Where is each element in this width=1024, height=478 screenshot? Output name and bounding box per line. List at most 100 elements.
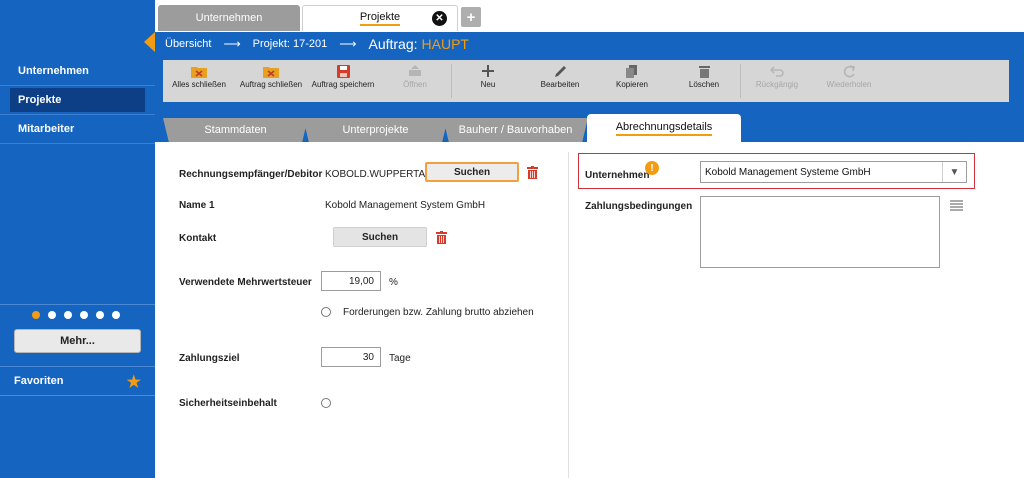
sidebar-nav: Unternehmen Projekte Mitarbeiter	[0, 56, 155, 144]
column-divider	[568, 152, 569, 478]
edit-button[interactable]: Bearbeiten	[524, 60, 596, 102]
tab-projects[interactable]: Projekte ✕	[302, 5, 458, 31]
button-label: Löschen	[688, 80, 720, 89]
undo-button[interactable]: Rückgängig	[741, 60, 813, 102]
gross-deduction-radio[interactable]	[321, 307, 331, 317]
sidebar-item-companies[interactable]: Unternehmen	[0, 56, 155, 86]
sidebar-item-label: Unternehmen	[18, 64, 89, 77]
pager-dot[interactable]	[112, 311, 120, 319]
payment-target-unit: Tage	[389, 353, 411, 364]
pager-dot[interactable]	[32, 311, 40, 319]
pager-dot[interactable]	[64, 311, 72, 319]
sidebar-divider	[0, 304, 155, 305]
tab-companies[interactable]: Unternehmen	[158, 5, 300, 31]
pager-dot[interactable]	[96, 311, 104, 319]
arrow-right-icon: ⟶	[223, 37, 241, 51]
warning-icon: !	[645, 161, 659, 175]
billing-details-panel: Rechnungsempfänger/Debitor KOBOLD.WUPPER…	[165, 142, 1024, 478]
tab-master-data[interactable]: Stammdaten	[163, 118, 308, 142]
undo-icon	[770, 64, 784, 78]
delete-button[interactable]: Löschen	[668, 60, 740, 102]
text-lines-icon[interactable]	[950, 200, 963, 212]
document-tabs: Unternehmen Projekte ✕ +	[155, 0, 1024, 32]
button-label: Kopieren	[615, 80, 649, 89]
trash-icon[interactable]	[436, 231, 447, 244]
redo-button[interactable]: Wiederholen	[813, 60, 885, 102]
favorites-item[interactable]: Favoriten ★	[0, 366, 155, 396]
open-button[interactable]: Öffnen	[379, 60, 451, 102]
sidebar-item-label: Projekte	[18, 94, 62, 106]
pager-dot[interactable]	[48, 311, 56, 319]
button-label: Alles schließen	[172, 80, 226, 89]
more-button[interactable]: Mehr...	[14, 329, 141, 353]
company-select[interactable]: Kobold Management Systeme GmbH ▼	[700, 161, 967, 183]
close-order-button[interactable]: Auftrag schließen	[235, 60, 307, 102]
close-tab-icon[interactable]: ✕	[432, 11, 447, 26]
pager-dot[interactable]	[80, 311, 88, 319]
save-order-button[interactable]: Auftrag speichern	[307, 60, 379, 102]
gross-deduction-label: Forderungen bzw. Zahlung brutto abziehen	[343, 307, 534, 318]
redo-icon	[843, 64, 856, 78]
payment-terms-textarea[interactable]	[700, 196, 940, 268]
tab-label: Stammdaten	[204, 124, 267, 136]
contact-label: Kontakt	[179, 233, 217, 244]
add-tab-icon[interactable]: +	[461, 7, 481, 27]
tab-label: Bauherr / Bauvorhaben	[458, 124, 573, 136]
copy-button[interactable]: Kopieren	[596, 60, 668, 102]
tab-billing-details[interactable]: Abrechnungsdetails	[587, 114, 741, 142]
pager-dots	[32, 311, 120, 319]
sidebar-item-employees[interactable]: Mitarbeiter	[0, 114, 155, 144]
star-icon[interactable]: ★	[127, 372, 141, 392]
sidebar-item-projects[interactable]: Projekte	[10, 88, 145, 112]
button-label: Auftrag schließen	[239, 80, 303, 89]
tab-subprojects[interactable]: Unterprojekte	[303, 118, 448, 142]
invoice-recipient-label: Rechnungsempfänger/Debitor	[179, 169, 323, 180]
company-label: Unternehmen	[585, 170, 650, 181]
folder-close-icon	[191, 64, 207, 78]
breadcrumb-order-value: HAUPT	[421, 36, 469, 52]
tab-label: Abrechnungsdetails	[615, 121, 713, 136]
trash-icon[interactable]	[527, 166, 538, 179]
sidebar-item-label: Mitarbeiter	[18, 123, 75, 135]
retention-label: Sicherheitseinbehalt	[179, 398, 277, 409]
folder-close-icon	[263, 64, 279, 78]
vat-label: Verwendete Mehrwertsteuer	[179, 277, 312, 288]
name1-label: Name 1	[179, 200, 215, 211]
invoice-recipient-search-button[interactable]: Suchen	[425, 162, 519, 182]
open-icon	[408, 64, 422, 78]
toolbar-buttons: Alles schließen Auftrag schließen Auftra…	[163, 60, 1009, 102]
save-icon	[336, 64, 350, 78]
tab-label: Unterprojekte	[342, 124, 409, 136]
sidebar: Unternehmen Projekte Mitarbeiter Mehr...…	[0, 0, 155, 478]
breadcrumb-project[interactable]: Projekt: 17-201	[253, 38, 328, 50]
payment-target-label: Zahlungsziel	[179, 353, 240, 364]
tab-label: Projekte	[359, 11, 401, 26]
vat-input[interactable]: 19,00	[321, 271, 381, 291]
breadcrumb-overview[interactable]: Übersicht	[165, 38, 211, 50]
plus-icon	[482, 64, 494, 78]
invoice-recipient-value: KOBOLD.WUPPERTAL	[325, 169, 431, 180]
tab-label: Unternehmen	[195, 12, 263, 24]
sidebar-collapse-arrow-icon[interactable]	[144, 32, 155, 52]
company-select-value: Kobold Management Systeme GmbH	[705, 166, 871, 178]
payment-terms-label: Zahlungsbedingungen	[585, 201, 693, 212]
detail-tabs: Stammdaten Unterprojekte Bauherr / Bauvo…	[155, 106, 1024, 142]
payment-target-input[interactable]: 30	[321, 347, 381, 367]
close-all-button[interactable]: Alles schließen	[163, 60, 235, 102]
button-label: Neu	[480, 80, 496, 89]
retention-radio[interactable]	[321, 398, 331, 408]
trash-icon	[698, 64, 710, 78]
breadcrumb: Übersicht ⟶ Projekt: 17-201 ⟶ Auftrag: H…	[155, 32, 1024, 56]
chevron-down-icon[interactable]: ▼	[942, 162, 966, 182]
favorites-label: Favoriten	[14, 375, 64, 387]
vat-unit: %	[389, 277, 398, 288]
arrow-right-icon: ⟶	[339, 37, 357, 51]
tab-client[interactable]: Bauherr / Bauvorhaben	[443, 118, 588, 142]
toolbar: Alles schließen Auftrag schließen Auftra…	[155, 56, 1024, 106]
button-label: Wiederholen	[826, 80, 872, 89]
button-label: Öffnen	[403, 80, 427, 89]
name1-value: Kobold Management System GmbH	[325, 200, 486, 211]
pencil-icon	[554, 64, 567, 78]
new-button[interactable]: Neu	[452, 60, 524, 102]
contact-search-button[interactable]: Suchen	[333, 227, 427, 247]
